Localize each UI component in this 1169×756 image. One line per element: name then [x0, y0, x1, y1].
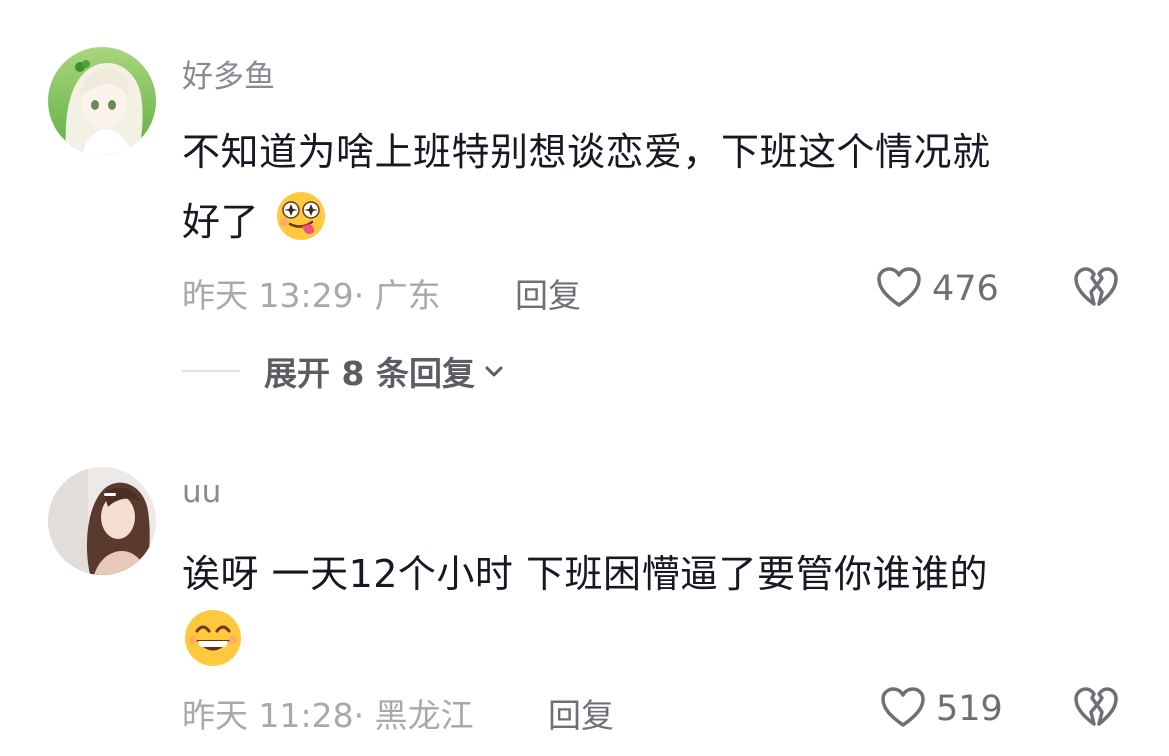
broken-heart-icon[interactable] [1073, 266, 1119, 312]
divider [182, 370, 240, 372]
like-count: 519 [936, 689, 1003, 729]
chevron-down-icon [483, 360, 505, 382]
avatar[interactable] [48, 47, 156, 155]
comment-text-line: 不知道为啥上班特别想谈恋爱，下班这个情况就 [182, 130, 991, 174]
comment-text-line: 诶呀 一天12个小时 下班困懵逼了要管你谁谁的 [182, 552, 989, 596]
comment-item: uu 诶呀 一天12个小时 下班困懵逼了要管你谁谁的 昨天 11:28· 黑龙江… [0, 440, 1169, 756]
broken-heart-icon[interactable] [1073, 686, 1119, 732]
meta-separator: · [353, 696, 365, 735]
like-button[interactable]: 476 [876, 266, 999, 312]
comment-username[interactable]: 好多鱼 [182, 51, 275, 96]
grinning-emoji [182, 607, 244, 673]
heart-outline-icon [876, 266, 922, 312]
heart-outline-icon [880, 686, 926, 732]
comment-text-line: 好了 [182, 200, 260, 244]
reply-button[interactable]: 回复 [515, 269, 581, 317]
comment-item: 好多鱼 不知道为啥上班特别想谈恋爱，下班这个情况就 好了 昨天 13:29· 广… [0, 0, 1169, 420]
like-count: 476 [932, 269, 999, 309]
tongue-out-star-eyes-emoji [272, 190, 330, 246]
comment-time: 昨天 11:28 [182, 696, 354, 735]
comment-time: 昨天 13:29 [182, 276, 354, 315]
comment-location: 黑龙江 [374, 696, 474, 735]
like-button[interactable]: 519 [880, 686, 1003, 732]
meta-separator: · [353, 276, 365, 315]
comment-location: 广东 [374, 276, 441, 315]
comment-meta: 昨天 13:29· 广东 [182, 269, 441, 317]
avatar[interactable] [48, 467, 156, 575]
expand-replies-button[interactable]: 展开 8 条回复 [264, 347, 505, 395]
reply-button[interactable]: 回复 [548, 689, 614, 737]
expand-replies-row: 展开 8 条回复 [182, 347, 505, 395]
expand-replies-label: 展开 8 条回复 [264, 354, 475, 393]
comment-username[interactable]: uu [182, 474, 221, 510]
comment-meta: 昨天 11:28· 黑龙江 [182, 689, 474, 737]
